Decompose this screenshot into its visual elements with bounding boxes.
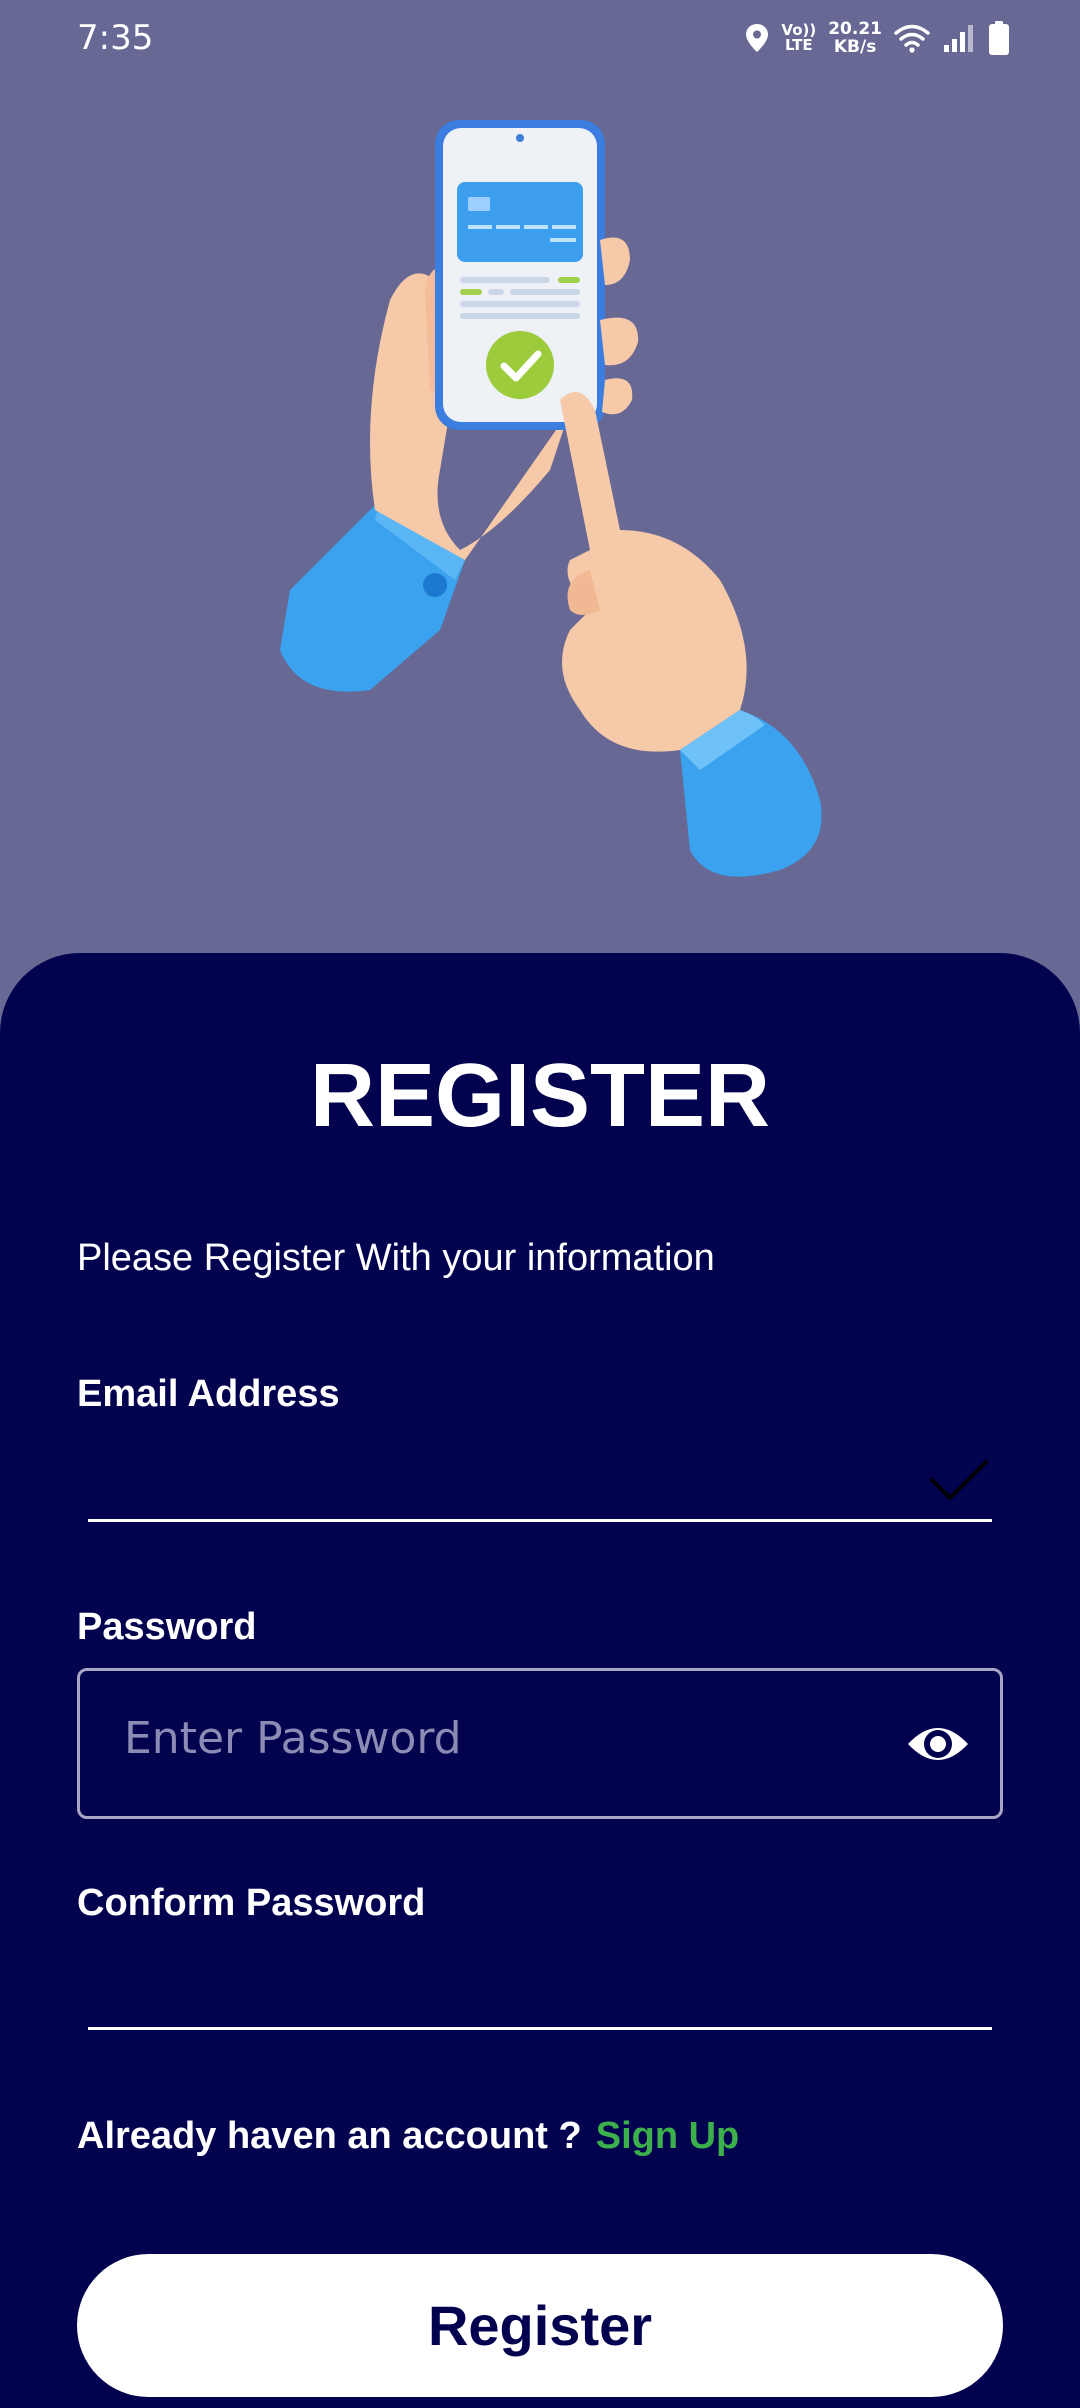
location-icon (746, 24, 769, 52)
register-button-label: Register (427, 2294, 653, 2357)
status-bar: 7:35 Vo)) LTE 20.21 KB/s (0, 0, 1080, 80)
signal-icon (944, 25, 973, 52)
hands-phone-illustration (280, 120, 822, 877)
page-title: REGISTER (309, 1046, 771, 1146)
password-placeholder: Enter Password (124, 1713, 462, 1764)
password-field[interactable]: Enter Password (77, 1668, 1003, 1819)
battery-icon (989, 21, 1009, 55)
sign-up-link[interactable]: Sign Up (596, 2115, 740, 2158)
check-icon (930, 1460, 988, 1500)
speed-unit: KB/s (833, 37, 877, 57)
eye-icon[interactable] (906, 1718, 970, 1770)
register-button[interactable]: Register (77, 2254, 1003, 2397)
status-icons: Vo)) LTE 20.21 KB/s (745, 14, 1010, 62)
volte-icon: Vo)) LTE (781, 23, 816, 53)
email-field[interactable] (88, 1452, 992, 1522)
account-prompt-row: Already haven an account ? Sign Up (77, 2115, 739, 2158)
confirm-password-label: Conform Password (77, 1882, 426, 1924)
wifi-icon (894, 24, 930, 53)
email-label: Email Address (77, 1373, 340, 1415)
password-label: Password (77, 1606, 257, 1648)
speed-value: 20.21 (828, 19, 882, 39)
page-subtitle: Please Register With your information (77, 1237, 715, 1279)
account-prompt-text: Already haven an account ? (77, 2115, 582, 2157)
network-speed: 20.21 KB/s (828, 20, 882, 56)
status-time: 7:35 (77, 18, 154, 58)
lte-label: LTE (785, 36, 813, 54)
confirm-password-field[interactable] (88, 1960, 992, 2030)
